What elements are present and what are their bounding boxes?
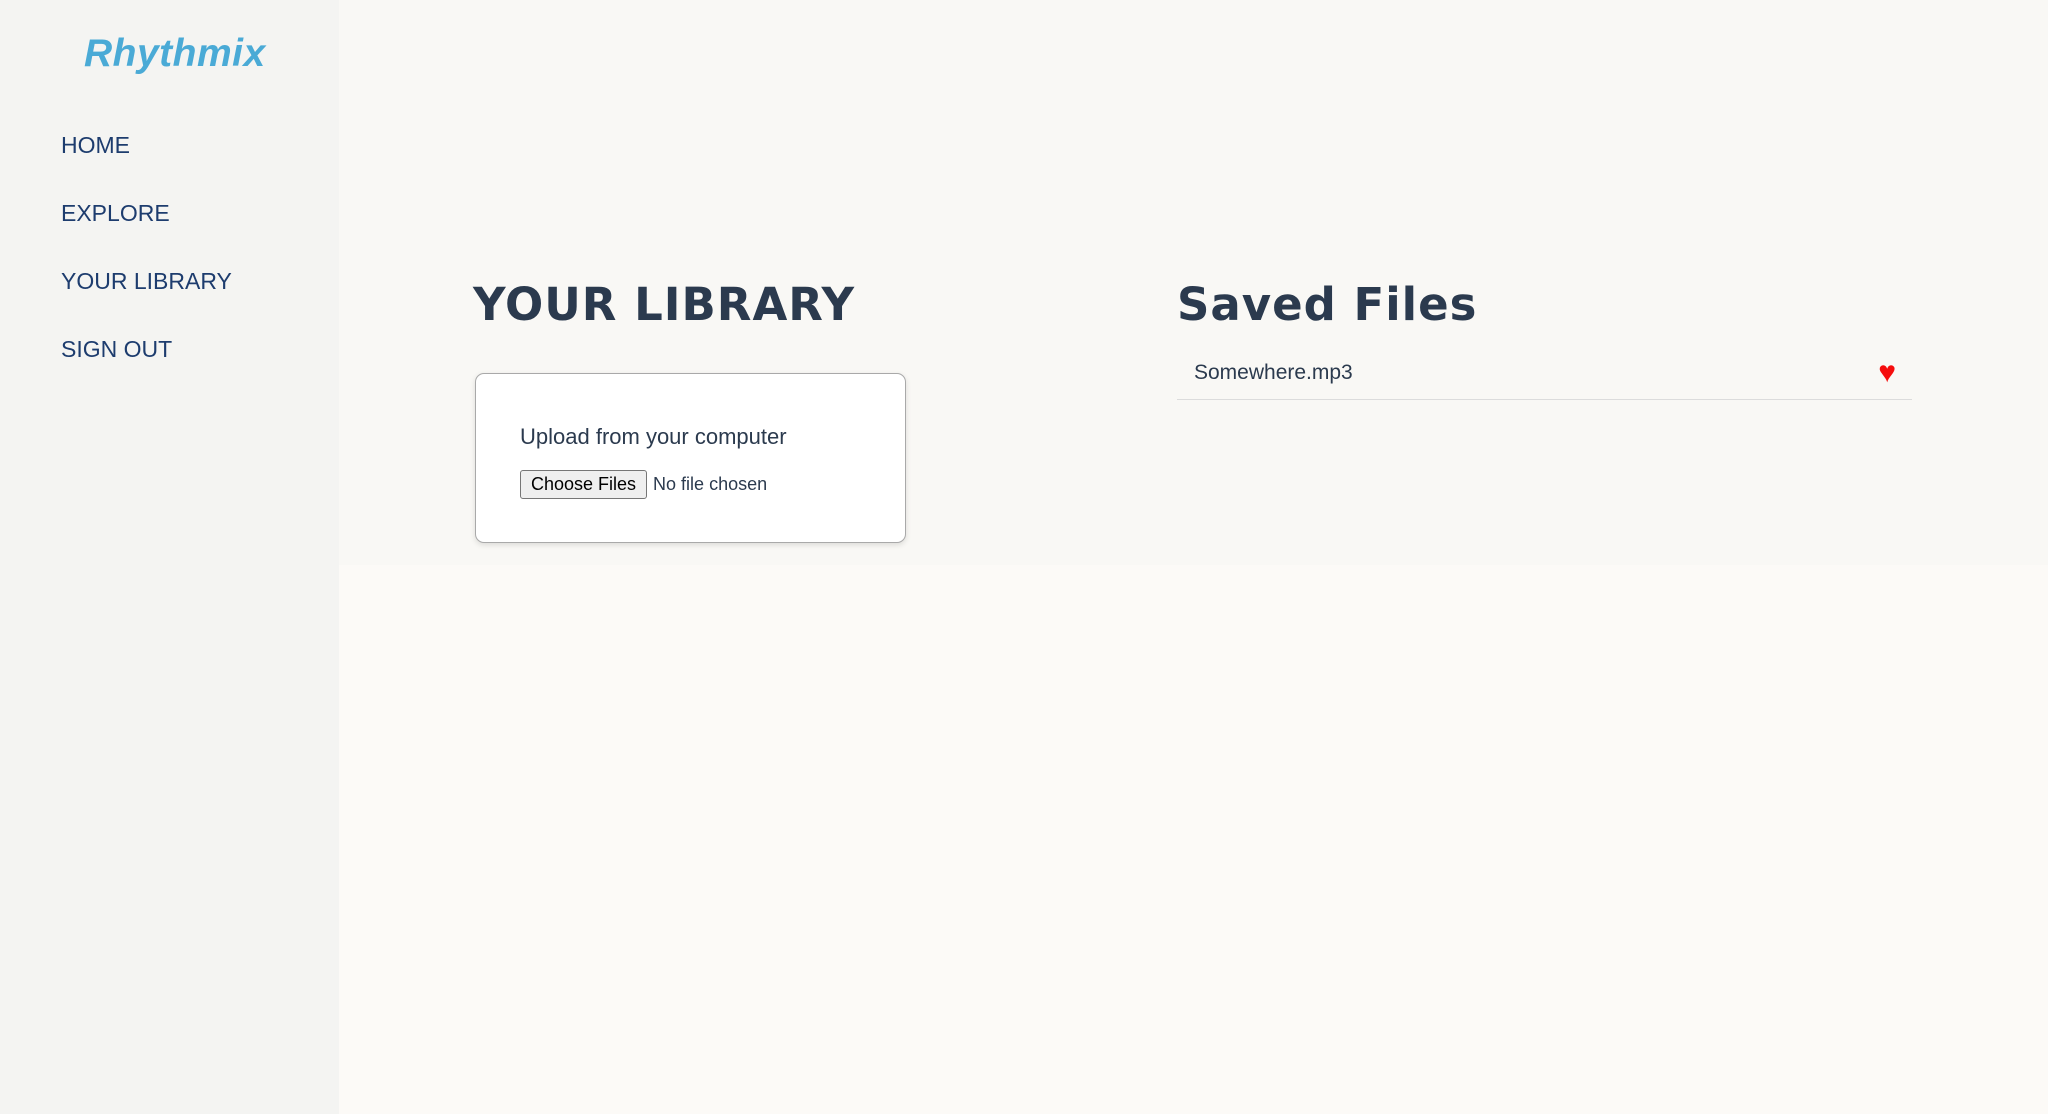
file-input[interactable]: Choose Files No file chosen xyxy=(520,470,767,499)
sidebar-item-home[interactable]: HOME xyxy=(61,128,232,196)
sidebar-item-explore[interactable]: EXPLORE xyxy=(61,196,232,264)
library-title: YOUR LIBRARY xyxy=(473,278,856,331)
sidebar: Rhythmix HOME EXPLORE YOUR LIBRARY SIGN … xyxy=(0,0,339,1114)
upload-card: Upload from your computer Choose Files N… xyxy=(475,373,906,543)
sidebar-nav: HOME EXPLORE YOUR LIBRARY SIGN OUT xyxy=(61,128,232,400)
saved-file-name[interactable]: Somewhere.mp3 xyxy=(1194,361,1353,385)
saved-files-title: Saved Files xyxy=(1177,278,1478,331)
upload-label: Upload from your computer xyxy=(520,424,787,449)
heart-icon[interactable]: ♥ xyxy=(1878,357,1896,388)
sidebar-item-sign-out[interactable]: SIGN OUT xyxy=(61,332,232,400)
app-logo[interactable]: Rhythmix xyxy=(84,32,266,76)
saved-files-list: Somewhere.mp3 ♥ xyxy=(1177,346,1912,400)
choose-files-button[interactable]: Choose Files xyxy=(520,470,648,499)
file-status-text: No file chosen xyxy=(653,474,768,494)
sidebar-item-your-library[interactable]: YOUR LIBRARY xyxy=(61,264,232,332)
list-item[interactable]: Somewhere.mp3 ♥ xyxy=(1177,346,1912,400)
